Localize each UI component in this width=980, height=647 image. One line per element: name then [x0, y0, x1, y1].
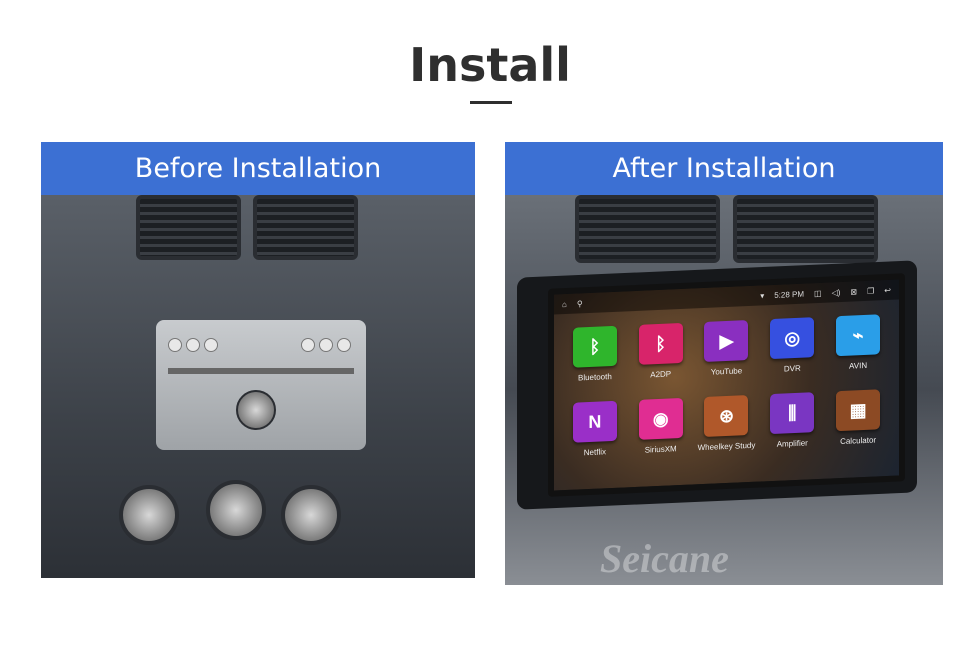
app-label: A2DP: [650, 369, 672, 380]
app-bluetooth[interactable]: ᛒ Bluetooth: [562, 325, 628, 383]
air-vent: [136, 195, 241, 260]
climate-knob: [281, 485, 341, 545]
bluetooth-audio-icon: ᛒ: [638, 322, 683, 365]
app-amplifier[interactable]: ⫼ Amplifier: [759, 392, 825, 450]
watermark-logo: Seicane: [600, 536, 729, 581]
close-app-icon[interactable]: ⊠: [850, 287, 857, 296]
app-netflix[interactable]: N Netflix: [562, 400, 628, 458]
dvr-icon: ◎: [770, 317, 815, 360]
app-youtube[interactable]: ▶ YouTube: [694, 320, 760, 378]
air-vent: [253, 195, 358, 260]
app-label: Netflix: [583, 447, 607, 458]
climate-knob: [206, 480, 266, 540]
status-time: 5:28 PM: [774, 289, 805, 300]
app-label: DVR: [783, 363, 801, 374]
netflix-icon: N: [572, 400, 617, 443]
app-a2dp[interactable]: ᛒ A2DP: [628, 322, 694, 380]
siriusxm-icon: ◉: [638, 397, 683, 440]
steering-wheel-icon: ⊛: [704, 395, 749, 437]
after-installation-header: After Installation: [505, 142, 943, 195]
avin-icon: ⌁: [836, 314, 881, 357]
head-unit-screen: ⌂ ⚲ ▾ 5:28 PM ◫ ◁) ⊠ ❐ ↩ ᛒ Bluetooth ᛒ A2DP…: [548, 273, 905, 497]
before-installation-header: Before Installation: [41, 142, 475, 195]
bluetooth-icon: ᛒ: [572, 325, 617, 368]
app-siriusxm[interactable]: ◉ SiriusXM: [628, 397, 694, 455]
app-label: YouTube: [710, 366, 743, 377]
app-label: Calculator: [840, 435, 877, 447]
title-divider: [470, 101, 512, 104]
page-title: Install: [409, 38, 571, 92]
wifi-icon: ▾: [760, 290, 765, 301]
app-grid: ᛒ Bluetooth ᛒ A2DP ▶ YouTube ◎ DVR ⌁ AVIN N Netflix…: [554, 299, 899, 458]
app-dvr[interactable]: ◎ DVR: [759, 317, 825, 375]
screenshot-icon[interactable]: ◫: [814, 288, 822, 297]
app-calculator[interactable]: ▦ Calculator: [825, 389, 891, 447]
app-label: Wheelkey Study: [697, 440, 756, 453]
equalizer-icon: ⫼: [770, 392, 815, 435]
app-label: Bluetooth: [577, 372, 612, 383]
usb-icon: ⚲: [576, 298, 583, 309]
volume-icon[interactable]: ◁): [832, 288, 841, 297]
back-icon[interactable]: ↩: [884, 285, 891, 294]
air-vent: [733, 195, 878, 263]
climate-knob: [119, 485, 179, 545]
before-installation-photo: [41, 195, 475, 578]
app-wheelkey-study[interactable]: ⊛ Wheelkey Study: [694, 395, 760, 453]
app-label: SiriusXM: [644, 444, 677, 455]
app-label: AVIN: [849, 360, 868, 371]
recent-apps-icon[interactable]: ❐: [867, 286, 874, 295]
app-label: Amplifier: [776, 438, 808, 449]
app-avin[interactable]: ⌁ AVIN: [825, 314, 891, 372]
youtube-icon: ▶: [704, 320, 749, 362]
after-installation-photo: ⌂ ⚲ ▾ 5:28 PM ◫ ◁) ⊠ ❐ ↩ ᛒ Bluetooth ᛒ A2DP…: [505, 195, 943, 585]
calculator-icon: ▦: [836, 389, 881, 432]
stock-radio-faceplate: [156, 320, 366, 450]
home-icon[interactable]: ⌂: [562, 299, 567, 308]
air-vent: [575, 195, 720, 263]
